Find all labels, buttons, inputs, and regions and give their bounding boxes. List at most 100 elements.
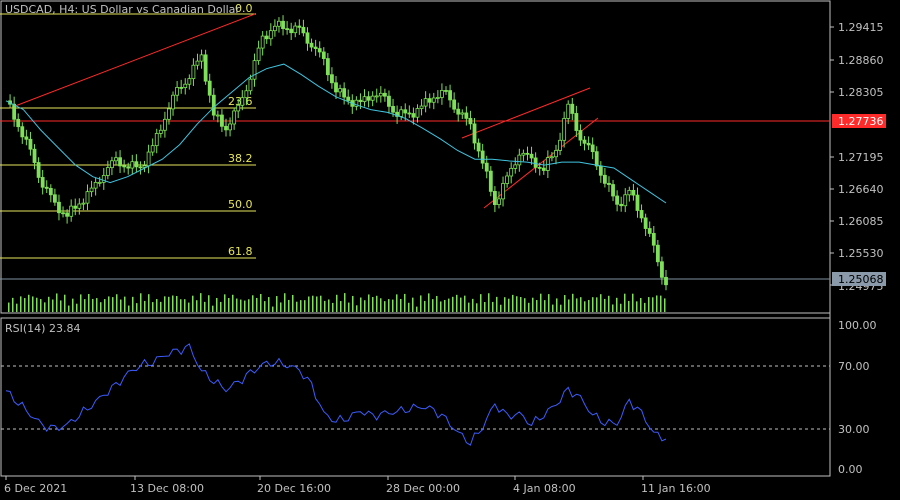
volume-bar bbox=[428, 293, 430, 312]
candle-body bbox=[48, 187, 53, 196]
candle-body bbox=[61, 212, 65, 215]
volume-bar bbox=[376, 295, 378, 312]
volume-bar bbox=[136, 303, 138, 312]
volume-bar bbox=[8, 302, 10, 312]
volume-bar bbox=[532, 297, 534, 312]
volume-bar bbox=[84, 299, 86, 312]
rsi-label: RSI(14) 23.84 bbox=[5, 322, 80, 335]
volume-bar bbox=[296, 301, 298, 312]
candle-body bbox=[97, 181, 102, 184]
candle-body bbox=[126, 166, 131, 169]
volume-bar bbox=[80, 294, 82, 312]
volume-bar bbox=[488, 293, 490, 312]
candle-body bbox=[57, 201, 61, 214]
candle-body bbox=[297, 25, 302, 28]
volume-bar bbox=[248, 299, 250, 312]
volume-bar bbox=[552, 304, 554, 312]
candle-body bbox=[321, 51, 326, 59]
volume-bar bbox=[148, 294, 150, 312]
candle-body bbox=[215, 114, 220, 117]
candle-body bbox=[607, 182, 611, 185]
candle-body bbox=[110, 160, 114, 168]
candle-body bbox=[387, 95, 391, 107]
candle-body bbox=[252, 60, 257, 80]
candle-body bbox=[44, 186, 49, 189]
candle-body bbox=[558, 139, 562, 151]
trading-chart[interactable]: 0.0 23.6 38.2 50.0 61.8 USDCAD, H4: US D… bbox=[0, 0, 900, 500]
candle-body bbox=[240, 97, 245, 106]
volume-bar bbox=[204, 301, 206, 312]
volume-bar bbox=[516, 296, 518, 312]
candle-body bbox=[81, 202, 86, 205]
candle-body bbox=[635, 194, 640, 211]
volume-bar bbox=[648, 297, 650, 312]
candle-body bbox=[660, 261, 664, 278]
candle-body bbox=[338, 88, 342, 93]
candle-body bbox=[529, 153, 534, 159]
candle-body bbox=[93, 181, 98, 189]
candle-body bbox=[285, 28, 290, 31]
candle-body bbox=[309, 42, 314, 48]
volume-bar bbox=[320, 295, 322, 312]
volume-bar bbox=[604, 298, 606, 312]
volume-bar bbox=[164, 296, 166, 312]
volume-bar bbox=[628, 300, 630, 312]
volume-bar bbox=[464, 295, 466, 312]
rsi-tick-70: 70.00 bbox=[838, 360, 870, 373]
candle-body bbox=[586, 142, 591, 146]
candle-body bbox=[260, 35, 265, 49]
volume-bar bbox=[364, 300, 366, 312]
volume-bar bbox=[72, 298, 74, 312]
candle-body bbox=[647, 228, 652, 234]
time-label-6: 11 Jan 16:00 bbox=[641, 482, 711, 495]
volume-bar bbox=[652, 297, 654, 312]
candle-body bbox=[427, 98, 432, 103]
volume-bar bbox=[292, 294, 294, 312]
candle-body bbox=[655, 244, 660, 263]
candle-body bbox=[142, 165, 147, 168]
rsi-tick-30: 30.00 bbox=[838, 423, 870, 436]
volume-bar bbox=[272, 306, 274, 312]
volume-bar bbox=[544, 300, 546, 312]
candle-body bbox=[460, 112, 465, 115]
candle-body bbox=[277, 20, 281, 27]
volume-bar bbox=[372, 297, 374, 312]
rsi-panel: RSI(14) 23.84 100.00 70.00 30.00 0.00 bbox=[1, 319, 877, 476]
volume-bar bbox=[408, 302, 410, 312]
candle-body bbox=[40, 177, 45, 188]
volume-bar bbox=[100, 302, 102, 312]
volume-bar bbox=[556, 298, 558, 312]
volume-bar bbox=[244, 300, 246, 312]
candle-body bbox=[211, 94, 216, 116]
candle-body bbox=[631, 189, 636, 196]
candle-body bbox=[293, 25, 298, 34]
volume-bar bbox=[600, 294, 602, 312]
fibonacci-retracement[interactable]: 0.0 23.6 38.2 50.0 61.8 bbox=[0, 2, 256, 259]
volume-bar bbox=[60, 300, 62, 312]
candle-body bbox=[623, 194, 628, 207]
volume-bar bbox=[56, 293, 58, 312]
volume-bar bbox=[308, 296, 310, 312]
volume-bar bbox=[280, 302, 282, 312]
volume-bar bbox=[24, 298, 26, 312]
volume-bar bbox=[612, 304, 614, 312]
volume-bar bbox=[188, 302, 190, 312]
candle-body bbox=[154, 133, 159, 147]
fib-level-23-6: 23.6 bbox=[228, 95, 253, 108]
volume-bar bbox=[528, 302, 530, 312]
price-tick-3: 1.28305 bbox=[838, 86, 884, 99]
candle-body bbox=[452, 99, 457, 110]
volume-bar bbox=[500, 304, 502, 312]
volume-bar bbox=[304, 300, 306, 312]
volume-bar bbox=[624, 293, 626, 312]
candle-body bbox=[407, 112, 412, 115]
candle-body bbox=[382, 92, 387, 97]
candle-body bbox=[134, 161, 139, 168]
volume-bar bbox=[256, 297, 258, 312]
volume-bar bbox=[120, 299, 122, 312]
volume-bar bbox=[300, 300, 302, 312]
fib-level-38-2: 38.2 bbox=[228, 152, 253, 165]
volume-bar bbox=[340, 301, 342, 312]
candle-body bbox=[158, 129, 163, 134]
candle-body bbox=[187, 78, 192, 85]
